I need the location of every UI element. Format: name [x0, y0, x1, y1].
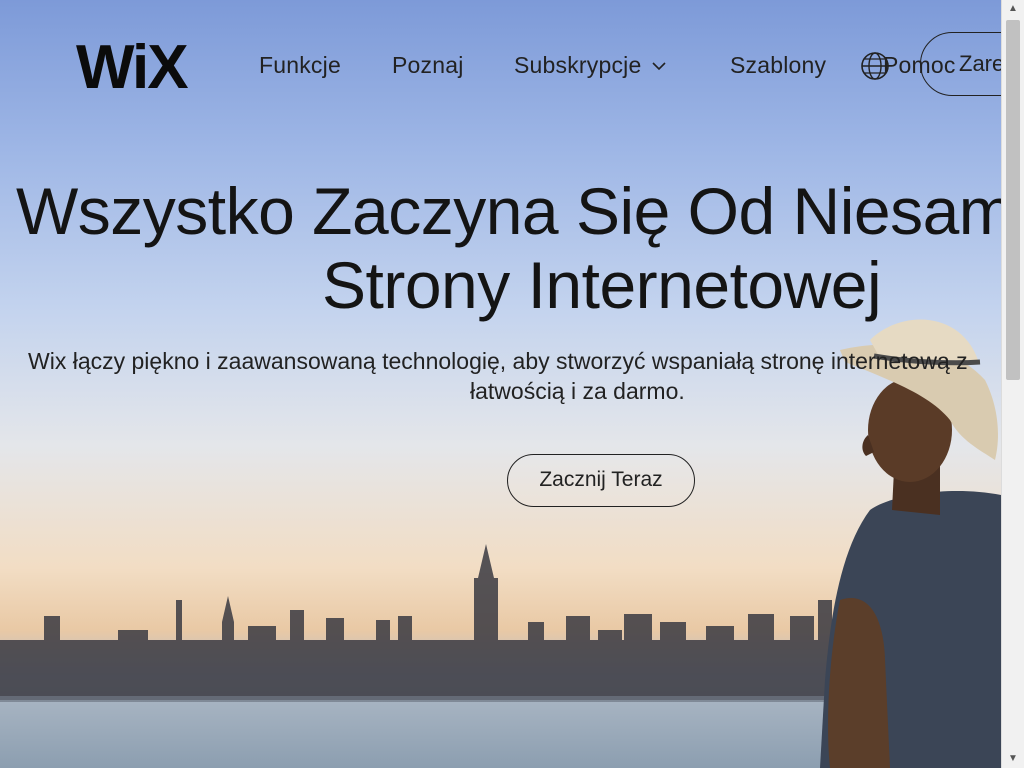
top-navigation: WiX Funkcje Poznaj Subskrypcje Szablony … [0, 0, 1001, 130]
page-viewport: WiX Funkcje Poznaj Subskrypcje Szablony … [0, 0, 1001, 768]
hero-title-line1: Wszystko Zaczyna Się Od Niesamowitej [16, 174, 1001, 248]
hero-title-line2: Strony Internetowej [322, 248, 882, 322]
nav-link-poznaj[interactable]: Poznaj [392, 52, 464, 79]
hero-subtitle-line1: Wix łączy piękno i zaawansowaną technolo… [28, 348, 968, 374]
svg-text:WiX: WiX [76, 36, 188, 96]
signup-button[interactable]: Zarejestruj [920, 32, 1001, 96]
nav-link-subskrypcje[interactable]: Subskrypcje [514, 52, 667, 79]
start-now-button[interactable]: Zacznij Teraz [507, 454, 695, 507]
scroll-up-arrow-icon[interactable]: ▲ [1002, 0, 1024, 18]
scroll-down-arrow-icon[interactable]: ▼ [1002, 750, 1024, 768]
wix-logo[interactable]: WiX [76, 36, 200, 96]
hero-subtitle-line2: łatwością i za darmo. [470, 378, 685, 404]
vertical-scrollbar[interactable]: ▲ ▼ [1001, 0, 1024, 768]
nav-link-szablony[interactable]: Szablony [730, 52, 826, 79]
nav-link-funkcje[interactable]: Funkcje [259, 52, 341, 79]
scrollbar-thumb[interactable] [1006, 20, 1020, 380]
chevron-down-icon [652, 61, 667, 70]
nav-subskrypcje-label: Subskrypcje [514, 52, 642, 78]
